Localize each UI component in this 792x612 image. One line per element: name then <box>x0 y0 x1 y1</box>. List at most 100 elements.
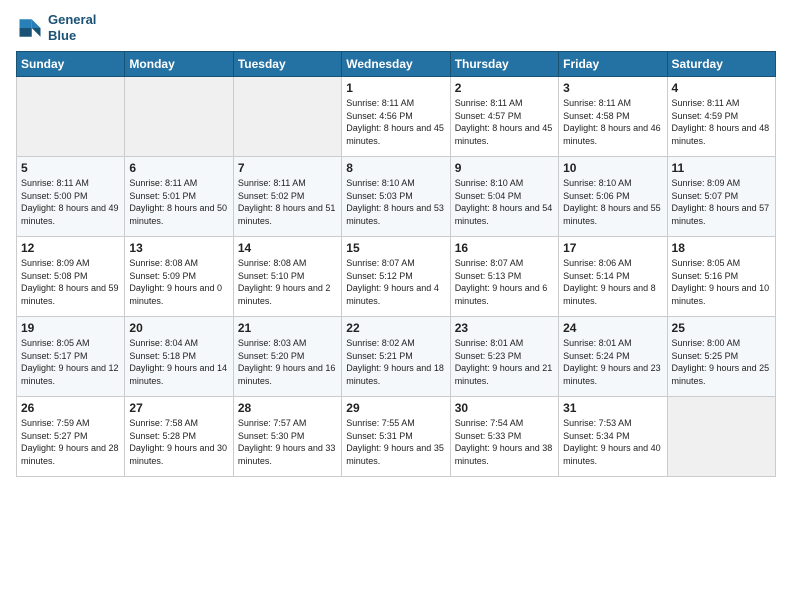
calendar-cell: 25 Sunrise: 8:00 AMSunset: 5:25 PMDaylig… <box>667 317 775 397</box>
calendar-cell: 26 Sunrise: 7:59 AMSunset: 5:27 PMDaylig… <box>17 397 125 477</box>
day-info: Sunrise: 7:55 AMSunset: 5:31 PMDaylight:… <box>346 417 445 467</box>
day-info: Sunrise: 8:01 AMSunset: 5:24 PMDaylight:… <box>563 337 662 387</box>
calendar-container: General Blue SundayMondayTuesdayWednesda… <box>0 0 792 485</box>
calendar-cell: 1 Sunrise: 8:11 AMSunset: 4:56 PMDayligh… <box>342 77 450 157</box>
calendar-table: SundayMondayTuesdayWednesdayThursdayFrid… <box>16 51 776 477</box>
weekday-header-tuesday: Tuesday <box>233 52 341 77</box>
day-info: Sunrise: 8:11 AMSunset: 5:01 PMDaylight:… <box>129 177 228 227</box>
day-info: Sunrise: 7:54 AMSunset: 5:33 PMDaylight:… <box>455 417 554 467</box>
calendar-cell: 18 Sunrise: 8:05 AMSunset: 5:16 PMDaylig… <box>667 237 775 317</box>
day-info: Sunrise: 8:10 AMSunset: 5:04 PMDaylight:… <box>455 177 554 227</box>
day-number: 19 <box>21 321 120 335</box>
day-number: 14 <box>238 241 337 255</box>
weekday-header-friday: Friday <box>559 52 667 77</box>
day-number: 30 <box>455 401 554 415</box>
day-info: Sunrise: 8:10 AMSunset: 5:03 PMDaylight:… <box>346 177 445 227</box>
logo-icon <box>16 14 44 42</box>
day-info: Sunrise: 8:03 AMSunset: 5:20 PMDaylight:… <box>238 337 337 387</box>
day-number: 11 <box>672 161 771 175</box>
day-info: Sunrise: 8:00 AMSunset: 5:25 PMDaylight:… <box>672 337 771 387</box>
day-info: Sunrise: 8:01 AMSunset: 5:23 PMDaylight:… <box>455 337 554 387</box>
day-number: 9 <box>455 161 554 175</box>
day-info: Sunrise: 8:09 AMSunset: 5:07 PMDaylight:… <box>672 177 771 227</box>
calendar-cell: 7 Sunrise: 8:11 AMSunset: 5:02 PMDayligh… <box>233 157 341 237</box>
day-number: 23 <box>455 321 554 335</box>
calendar-cell: 16 Sunrise: 8:07 AMSunset: 5:13 PMDaylig… <box>450 237 558 317</box>
day-info: Sunrise: 8:11 AMSunset: 4:57 PMDaylight:… <box>455 97 554 147</box>
day-info: Sunrise: 8:06 AMSunset: 5:14 PMDaylight:… <box>563 257 662 307</box>
day-number: 21 <box>238 321 337 335</box>
day-number: 28 <box>238 401 337 415</box>
day-number: 24 <box>563 321 662 335</box>
day-info: Sunrise: 8:11 AMSunset: 4:56 PMDaylight:… <box>346 97 445 147</box>
day-number: 5 <box>21 161 120 175</box>
day-number: 18 <box>672 241 771 255</box>
calendar-cell: 23 Sunrise: 8:01 AMSunset: 5:23 PMDaylig… <box>450 317 558 397</box>
calendar-week-row: 19 Sunrise: 8:05 AMSunset: 5:17 PMDaylig… <box>17 317 776 397</box>
day-info: Sunrise: 8:05 AMSunset: 5:16 PMDaylight:… <box>672 257 771 307</box>
calendar-cell: 8 Sunrise: 8:10 AMSunset: 5:03 PMDayligh… <box>342 157 450 237</box>
calendar-cell: 17 Sunrise: 8:06 AMSunset: 5:14 PMDaylig… <box>559 237 667 317</box>
day-number: 10 <box>563 161 662 175</box>
day-info: Sunrise: 8:11 AMSunset: 5:02 PMDaylight:… <box>238 177 337 227</box>
day-number: 1 <box>346 81 445 95</box>
day-number: 26 <box>21 401 120 415</box>
calendar-cell: 10 Sunrise: 8:10 AMSunset: 5:06 PMDaylig… <box>559 157 667 237</box>
calendar-week-row: 26 Sunrise: 7:59 AMSunset: 5:27 PMDaylig… <box>17 397 776 477</box>
day-number: 12 <box>21 241 120 255</box>
calendar-cell: 5 Sunrise: 8:11 AMSunset: 5:00 PMDayligh… <box>17 157 125 237</box>
calendar-week-row: 5 Sunrise: 8:11 AMSunset: 5:00 PMDayligh… <box>17 157 776 237</box>
day-info: Sunrise: 7:57 AMSunset: 5:30 PMDaylight:… <box>238 417 337 467</box>
weekday-header-monday: Monday <box>125 52 233 77</box>
day-info: Sunrise: 8:07 AMSunset: 5:12 PMDaylight:… <box>346 257 445 307</box>
day-number: 25 <box>672 321 771 335</box>
day-number: 16 <box>455 241 554 255</box>
day-number: 31 <box>563 401 662 415</box>
calendar-body: 1 Sunrise: 8:11 AMSunset: 4:56 PMDayligh… <box>17 77 776 477</box>
calendar-cell <box>667 397 775 477</box>
day-number: 3 <box>563 81 662 95</box>
calendar-cell: 6 Sunrise: 8:11 AMSunset: 5:01 PMDayligh… <box>125 157 233 237</box>
weekday-header-thursday: Thursday <box>450 52 558 77</box>
calendar-cell: 9 Sunrise: 8:10 AMSunset: 5:04 PMDayligh… <box>450 157 558 237</box>
calendar-cell: 31 Sunrise: 7:53 AMSunset: 5:34 PMDaylig… <box>559 397 667 477</box>
day-info: Sunrise: 7:53 AMSunset: 5:34 PMDaylight:… <box>563 417 662 467</box>
calendar-cell: 28 Sunrise: 7:57 AMSunset: 5:30 PMDaylig… <box>233 397 341 477</box>
header-row: General Blue <box>16 12 776 43</box>
day-info: Sunrise: 8:07 AMSunset: 5:13 PMDaylight:… <box>455 257 554 307</box>
calendar-header: SundayMondayTuesdayWednesdayThursdayFrid… <box>17 52 776 77</box>
calendar-cell: 20 Sunrise: 8:04 AMSunset: 5:18 PMDaylig… <box>125 317 233 397</box>
weekday-header-wednesday: Wednesday <box>342 52 450 77</box>
calendar-cell <box>233 77 341 157</box>
calendar-cell: 13 Sunrise: 8:08 AMSunset: 5:09 PMDaylig… <box>125 237 233 317</box>
calendar-cell <box>17 77 125 157</box>
calendar-cell: 19 Sunrise: 8:05 AMSunset: 5:17 PMDaylig… <box>17 317 125 397</box>
calendar-cell: 11 Sunrise: 8:09 AMSunset: 5:07 PMDaylig… <box>667 157 775 237</box>
day-info: Sunrise: 8:04 AMSunset: 5:18 PMDaylight:… <box>129 337 228 387</box>
day-number: 2 <box>455 81 554 95</box>
day-info: Sunrise: 8:08 AMSunset: 5:09 PMDaylight:… <box>129 257 228 307</box>
day-number: 13 <box>129 241 228 255</box>
calendar-cell: 21 Sunrise: 8:03 AMSunset: 5:20 PMDaylig… <box>233 317 341 397</box>
day-number: 22 <box>346 321 445 335</box>
calendar-cell: 12 Sunrise: 8:09 AMSunset: 5:08 PMDaylig… <box>17 237 125 317</box>
day-info: Sunrise: 8:11 AMSunset: 4:58 PMDaylight:… <box>563 97 662 147</box>
calendar-cell: 4 Sunrise: 8:11 AMSunset: 4:59 PMDayligh… <box>667 77 775 157</box>
calendar-cell: 2 Sunrise: 8:11 AMSunset: 4:57 PMDayligh… <box>450 77 558 157</box>
weekday-header-sunday: Sunday <box>17 52 125 77</box>
calendar-week-row: 1 Sunrise: 8:11 AMSunset: 4:56 PMDayligh… <box>17 77 776 157</box>
day-number: 8 <box>346 161 445 175</box>
day-number: 7 <box>238 161 337 175</box>
day-number: 29 <box>346 401 445 415</box>
day-number: 4 <box>672 81 771 95</box>
day-number: 17 <box>563 241 662 255</box>
logo-text: General Blue <box>48 12 96 43</box>
calendar-cell: 14 Sunrise: 8:08 AMSunset: 5:10 PMDaylig… <box>233 237 341 317</box>
day-info: Sunrise: 8:09 AMSunset: 5:08 PMDaylight:… <box>21 257 120 307</box>
day-number: 6 <box>129 161 228 175</box>
day-number: 15 <box>346 241 445 255</box>
day-info: Sunrise: 8:11 AMSunset: 5:00 PMDaylight:… <box>21 177 120 227</box>
calendar-cell: 30 Sunrise: 7:54 AMSunset: 5:33 PMDaylig… <box>450 397 558 477</box>
day-info: Sunrise: 8:02 AMSunset: 5:21 PMDaylight:… <box>346 337 445 387</box>
calendar-cell: 29 Sunrise: 7:55 AMSunset: 5:31 PMDaylig… <box>342 397 450 477</box>
